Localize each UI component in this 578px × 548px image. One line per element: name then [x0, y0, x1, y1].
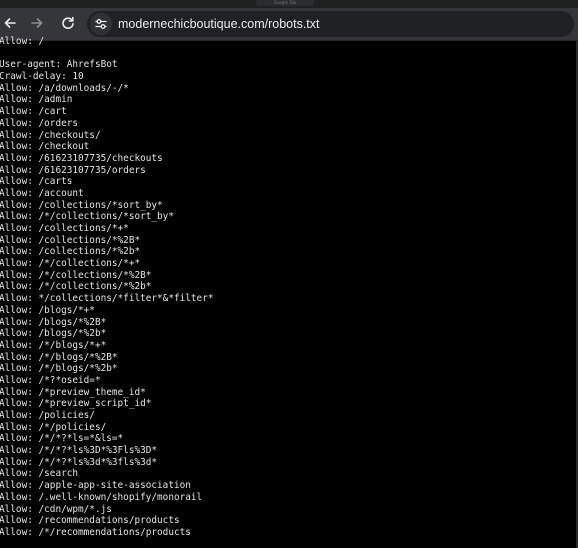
robots-line: Allow: /*/collections/*sort_by*: [0, 211, 174, 223]
tab[interactable]: Google Tab: [256, 0, 314, 6]
robots-line: Allow: /*/blogs/*%2b*: [0, 363, 118, 375]
reload-button[interactable]: [57, 12, 79, 34]
robots-line: Allow: /blogs/*%2B*: [0, 316, 107, 328]
robots-line: Allow: /61623107735/orders: [0, 164, 146, 176]
robots-line: Allow: /*/collections/*%2b*: [0, 281, 152, 293]
url-text[interactable]: modernechicboutique.com/robots.txt: [118, 11, 320, 37]
tune-icon: [95, 19, 107, 29]
robots-line: Allow: /blogs/*%2b*: [0, 328, 107, 340]
robots-line: Allow: /policies/: [0, 410, 95, 421]
robots-line: Allow: /*/*?*ls%3D*%3Fls%3D*: [0, 445, 158, 457]
robots-line: Allow: /*/blogs/*%2B*: [0, 351, 118, 363]
robots-line: Allow: /*/collections/*+*: [0, 258, 141, 270]
robots-line: Allow: /*/blogs/*+*: [0, 339, 107, 351]
arrow-left-icon: [4, 18, 16, 28]
address-bar[interactable]: modernechicboutique.com/robots.txt: [87, 11, 574, 37]
robots-line: Allow: /*/policies/: [0, 421, 107, 433]
reload-icon: [62, 16, 74, 29]
browser-window: Google Tab modernechicboutique.com/robot…: [0, 0, 578, 548]
robots-line: User-agent: AhrefsBot: [0, 59, 118, 71]
robots-line: Allow: /a/downloads/-/*: [0, 82, 129, 94]
robots-line: Allow: /cart: [0, 106, 67, 118]
robots-line: Allow: /cdn/wpm/*.js: [0, 503, 112, 515]
robots-line: Allow: /*/recommendations/products: [0, 526, 191, 538]
robots-line: Allow: /account: [0, 187, 84, 199]
robots-line: Allow: /*preview_script_id*: [0, 398, 152, 410]
robots-line: Allow: /61623107735/checkouts: [0, 152, 163, 164]
robots-line: Allow: /*?*oseid=*: [0, 374, 101, 386]
robots-line: Allow: /: [0, 36, 45, 47]
back-button[interactable]: [0, 12, 21, 34]
robots-line: Allow: /blogs/*+*: [0, 304, 95, 316]
robots-line: Allow: /*/*?*ls=*&ls=*: [0, 433, 124, 445]
tab-strip: Google Tab: [0, 0, 578, 8]
robots-line: Allow: /recommendations/products: [0, 515, 180, 527]
robots-line: Allow: /apple-app-site-association: [0, 480, 191, 492]
robots-line: Allow: /search: [0, 468, 79, 480]
forward-button[interactable]: [26, 12, 48, 34]
robots-line: Allow: /collections/*sort_by*: [0, 199, 163, 211]
robots-line: Allow: /.well-known/shopify/monorail: [0, 491, 203, 503]
robots-line: Allow: /checkout: [0, 141, 90, 153]
robots-line: Allow: /*/*?*ls%3d*%3fls%3d*: [0, 456, 158, 468]
site-info-button[interactable]: [90, 13, 112, 35]
robots-txt-content: Allow: / User-agent: AhrefsBot Crawl-delay…: [0, 36, 576, 548]
robots-line: Allow: /checkouts/: [0, 129, 101, 141]
robots-line: Allow: /collections/*%2B*: [0, 234, 141, 246]
robots-line: Allow: /*preview_theme_id*: [0, 386, 146, 398]
robots-line: Crawl-delay: 10: [0, 71, 84, 83]
robots-line: Allow: /carts: [0, 176, 73, 188]
robots-line: Allow: /admin: [0, 94, 73, 106]
robots-line: Allow: /*/collections/*%2B*: [0, 269, 152, 281]
robots-line: Allow: */collections/*filter*&*filter*: [0, 293, 214, 305]
robots-line: [0, 48, 576, 60]
robots-line: Allow: /collections/*+*: [0, 223, 129, 234]
robots-line: Allow: /collections/*%2b*: [0, 246, 141, 258]
arrow-right-icon: [31, 18, 43, 28]
robots-line: Allow: /orders: [0, 117, 79, 129]
